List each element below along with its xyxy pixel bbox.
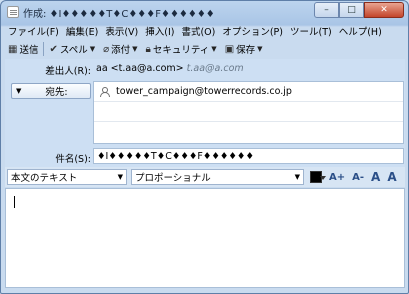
recipient-row[interactable] — [94, 102, 403, 122]
chevron-down-icon[interactable]: ▼ — [132, 45, 137, 53]
format-toolbar: 本文のテキスト ▼ プロポーショナル ▼ A+ A- A A — [5, 167, 405, 187]
window-controls: – □ ✕ — [314, 2, 404, 19]
recipient-row[interactable] — [94, 122, 403, 142]
recipient-type-button[interactable]: ▼ 宛先: — [11, 83, 91, 99]
menu-options[interactable]: オプション(P) — [219, 23, 287, 39]
status-strip — [5, 288, 405, 292]
title-bar[interactable]: 作成: ♦I♦♦♦♦♦T♦C♦♦♦F♦♦♦♦♦♦ – □ ✕ — [1, 1, 408, 23]
person-icon — [99, 86, 110, 97]
security-button[interactable]: 🔒︎ セキュリティ ▼ — [143, 41, 222, 58]
send-button[interactable]: ▦ 送信 — [5, 41, 41, 58]
font-style-button[interactable]: A — [371, 170, 380, 184]
chevron-down-icon: ▼ — [117, 173, 123, 181]
spell-button[interactable]: ✔ スペル ▼ — [46, 41, 100, 58]
message-body-editor[interactable] — [5, 188, 405, 288]
menu-edit[interactable]: 編集(E) — [63, 23, 102, 39]
from-hint: t.aa@a.com — [186, 63, 244, 74]
menu-help[interactable]: ヘルプ(H) — [336, 23, 386, 39]
text-color-button[interactable] — [310, 171, 326, 183]
smaller-text-button[interactable]: A- — [352, 172, 364, 183]
lock-icon: 🔒︎ — [145, 43, 151, 55]
subject-input[interactable]: ♦I♦♦♦♦♦T♦C♦♦♦F♦♦♦♦♦♦ — [93, 148, 404, 164]
menu-tools[interactable]: ツール(T) — [287, 23, 336, 39]
chevron-down-icon: ▼ — [16, 87, 22, 95]
paperclip-icon: ⌀ — [103, 43, 110, 55]
font-style-button-2[interactable]: A — [387, 170, 396, 184]
main-toolbar: ▦ 送信 ✔ スペル ▼ ⌀ 添付 ▼ 🔒︎ セキュリティ ▼ ▣ 保存 ▼ — [5, 40, 405, 58]
chevron-down-icon[interactable]: ▼ — [90, 45, 95, 53]
attach-button[interactable]: ⌀ 添付 ▼ — [100, 41, 142, 58]
checkmark-icon: ✔ — [49, 43, 58, 55]
close-button[interactable]: ✕ — [364, 2, 404, 18]
save-button[interactable]: ▣ 保存 ▼ — [222, 41, 268, 58]
from-label: 差出人(R): — [45, 66, 91, 77]
menu-format[interactable]: 書式(O) — [178, 23, 219, 39]
menu-bar: ファイル(F) 編集(E) 表示(V) 挿入(I) 書式(O) オプション(P)… — [5, 23, 405, 39]
recipient-row[interactable]: tower_campaign@towerrecords.co.jp — [94, 82, 403, 102]
send-icon: ▦ — [8, 43, 18, 55]
recipient-address[interactable]: tower_campaign@towerrecords.co.jp — [116, 86, 292, 97]
toolbar-separator — [43, 42, 45, 56]
message-header-panel: 差出人(R): aa <t.aa@a.com> t.aa@a.com ▼ 宛先:… — [5, 59, 405, 167]
chevron-down-icon[interactable]: ▼ — [211, 45, 216, 53]
chevron-down-icon: ▼ — [294, 173, 300, 181]
compose-icon — [7, 6, 19, 18]
to-label: 宛先: — [45, 87, 68, 98]
compose-window: 作成: ♦I♦♦♦♦♦T♦C♦♦♦F♦♦♦♦♦♦ – □ ✕ ファイル(F) 編… — [0, 0, 409, 294]
paragraph-style-select[interactable]: 本文のテキスト ▼ — [7, 169, 127, 185]
window-title: 作成: ♦I♦♦♦♦♦T♦C♦♦♦F♦♦♦♦♦♦ — [23, 9, 215, 20]
recipient-list: tower_campaign@towerrecords.co.jp — [93, 81, 404, 144]
subject-label: 件名(S): — [55, 154, 91, 165]
chevron-down-icon[interactable]: ▼ — [257, 45, 262, 53]
minimize-button[interactable]: – — [314, 2, 339, 18]
maximize-button[interactable]: □ — [339, 2, 364, 18]
menu-view[interactable]: 表示(V) — [102, 23, 142, 39]
menu-insert[interactable]: 挿入(I) — [142, 23, 178, 39]
from-selector[interactable]: aa <t.aa@a.com> t.aa@a.com — [93, 61, 404, 77]
text-caret — [14, 196, 15, 208]
menu-file[interactable]: ファイル(F) — [5, 23, 63, 39]
from-value: aa <t.aa@a.com> — [96, 63, 184, 74]
font-select[interactable]: プロポーショナル ▼ — [131, 169, 304, 185]
floppy-disk-icon: ▣ — [224, 43, 235, 55]
larger-text-button[interactable]: A+ — [329, 172, 345, 183]
